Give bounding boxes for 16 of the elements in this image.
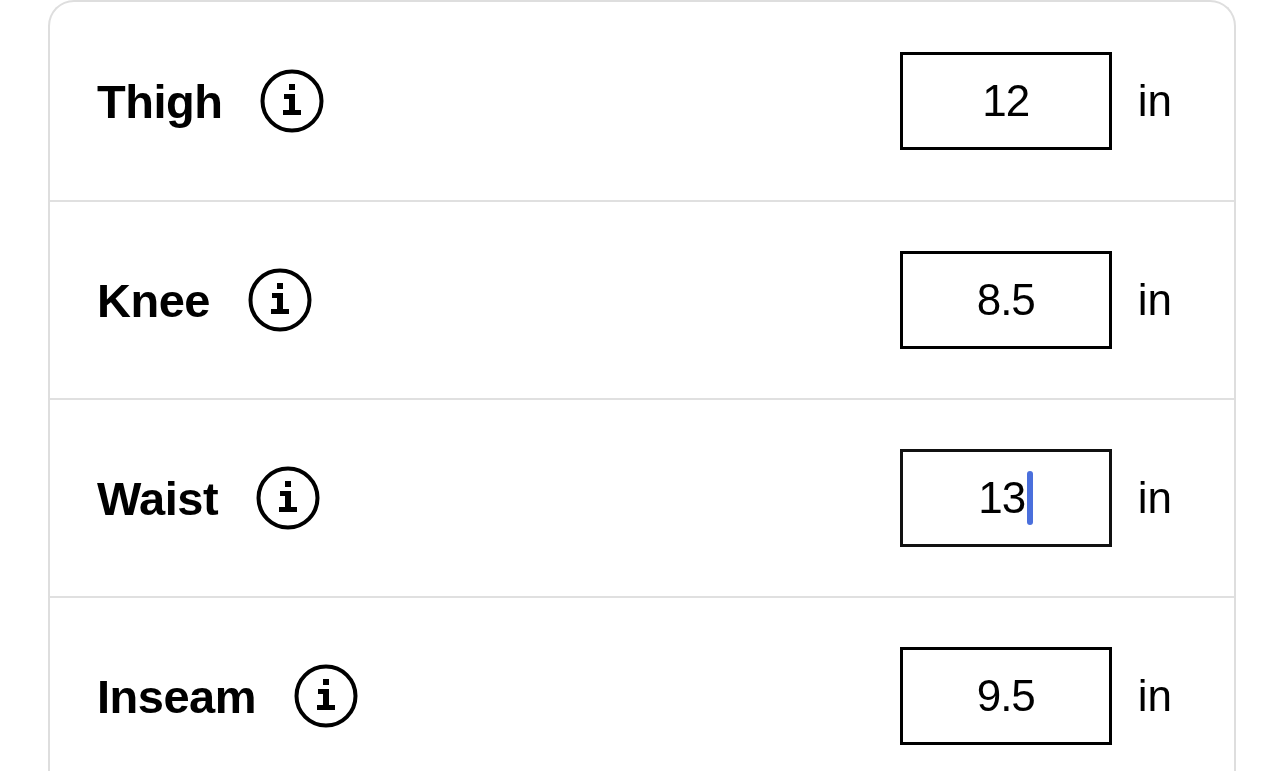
unit-label: in [1137, 79, 1172, 123]
info-icon[interactable] [256, 466, 321, 530]
info-icon[interactable] [294, 664, 358, 728]
measurement-label: Knee [97, 276, 210, 324]
unit-label: in [1137, 476, 1172, 520]
number-field[interactable]: 8.5 [899, 251, 1112, 349]
measurement-label: Inseam [97, 672, 256, 720]
info-icon[interactable] [247, 268, 312, 332]
measurement-label: Waist [97, 474, 219, 522]
number-field[interactable]: 9.5 [899, 647, 1112, 745]
unit-label: in [1137, 278, 1172, 322]
info-icon[interactable] [260, 69, 325, 133]
text-cursor-icon [1027, 471, 1034, 525]
number-field[interactable]: 12 [899, 52, 1112, 150]
unit-label: in [1137, 674, 1172, 718]
number-field[interactable]: 13 [899, 449, 1112, 547]
